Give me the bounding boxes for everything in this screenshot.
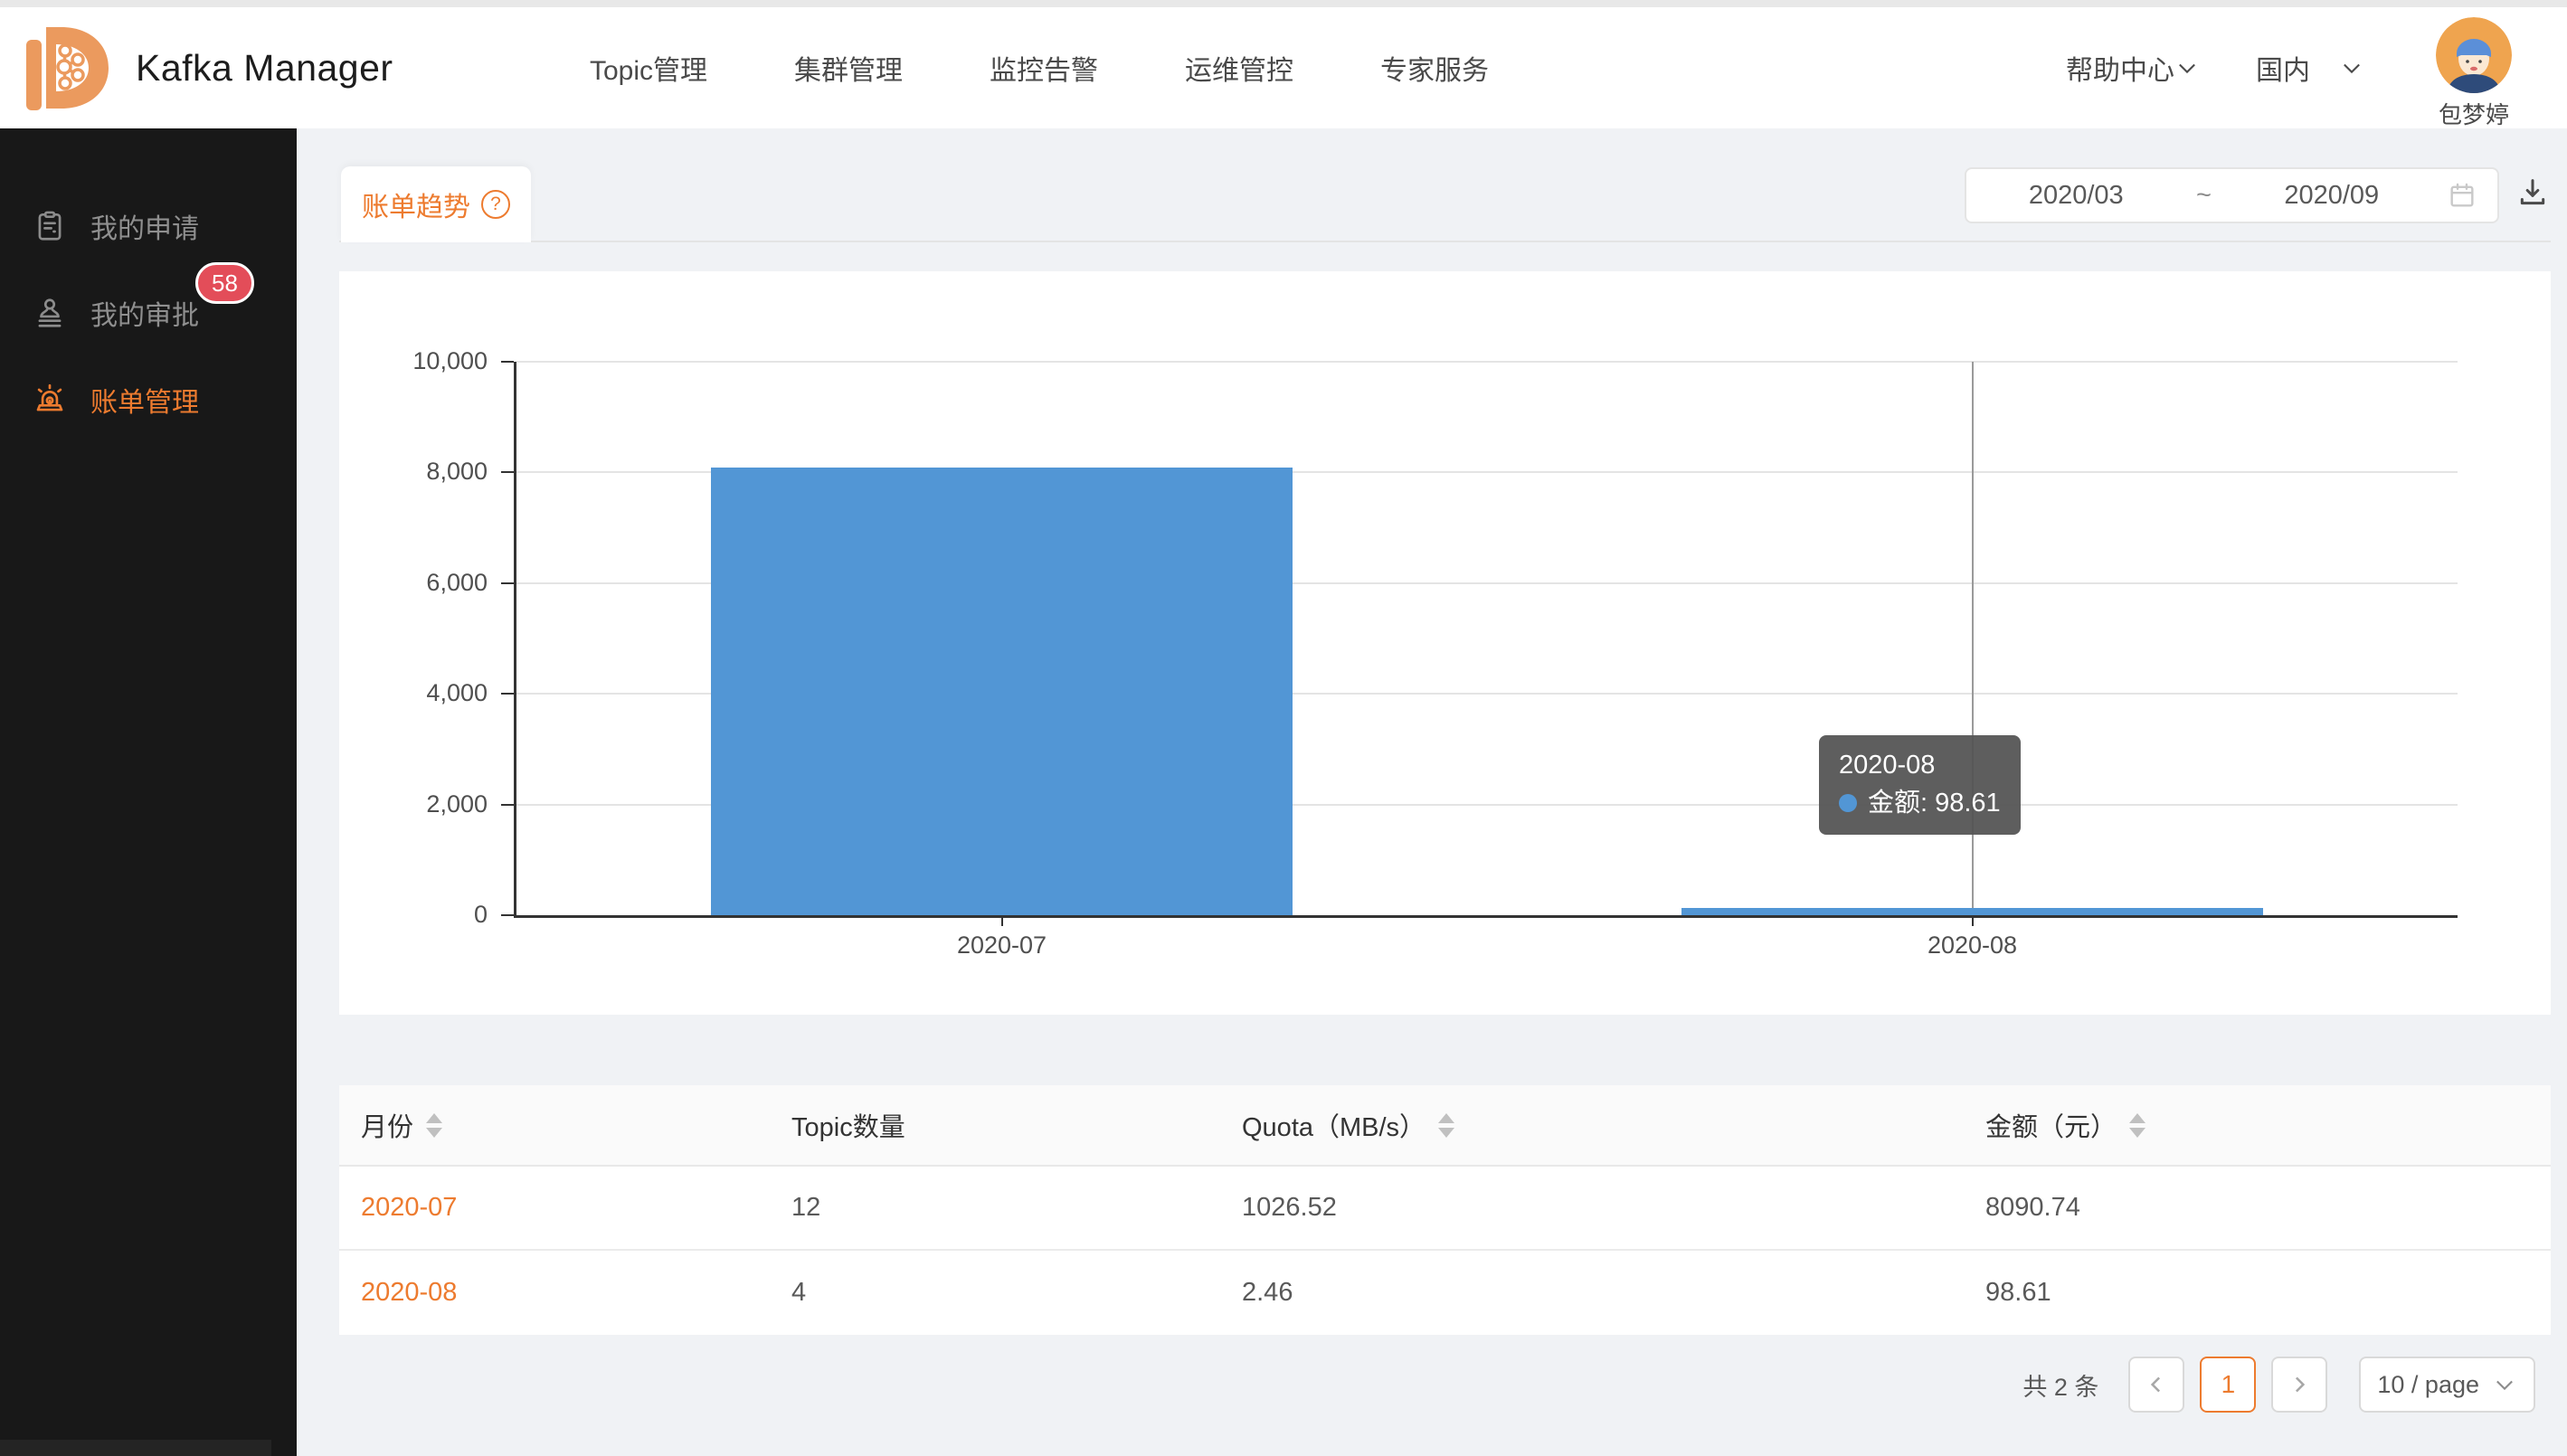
date-end-input[interactable]: 2020/09 [2222, 181, 2442, 211]
billing-toolbar: 账单趋势 ? 2020/03 ~ 2020/09 [339, 164, 2551, 242]
download-icon[interactable] [2515, 175, 2551, 211]
next-page-button[interactable] [2271, 1357, 2327, 1413]
y-axis-tick [501, 914, 514, 916]
help-center-menu[interactable]: 帮助中心 [2066, 48, 2200, 88]
app-title: Kafka Manager [136, 7, 393, 128]
month-link[interactable]: 2020-08 [361, 1278, 457, 1308]
y-axis-tick-label: 8,000 [307, 458, 488, 486]
chevron-down-icon [2174, 55, 2200, 80]
sidebar-collapse-bar[interactable] [0, 1440, 271, 1456]
sidebar: 我的申请 我的审批 58 [0, 128, 297, 1456]
quota-value: 1026.52 [1242, 1193, 1337, 1223]
chevron-down-icon [2339, 55, 2364, 80]
y-axis-tick [501, 361, 514, 363]
date-separator: ~ [2186, 181, 2222, 211]
table-row: 2020-07 12 1026.52 8090.74 [339, 1167, 2551, 1251]
y-axis-tick [501, 471, 514, 473]
billing-trend-chart-card: 02,0004,0006,0008,00010,0002020-072020-0… [339, 271, 2551, 1015]
header-right: 帮助中心 国内 [2066, 7, 2524, 128]
month-link[interactable]: 2020-07 [361, 1193, 457, 1223]
tooltip-title: 2020-08 [1839, 746, 2001, 784]
quota-value: 2.46 [1242, 1278, 1293, 1308]
column-header-month[interactable]: 月份 [339, 1106, 770, 1144]
avatar [2436, 17, 2512, 93]
approvals-count-badge: 58 [195, 262, 254, 304]
help-question-icon[interactable]: ? [481, 190, 510, 219]
y-axis-tick-label: 6,000 [307, 569, 488, 597]
siren-icon [33, 383, 67, 417]
total-count-label: 共 2 条 [2022, 1367, 2098, 1403]
region-select[interactable]: 国内 [2256, 48, 2364, 88]
x-axis-tick [1972, 915, 1974, 926]
y-axis-tick [501, 582, 514, 584]
window-top-strip [0, 0, 2567, 7]
sort-icon[interactable] [426, 1113, 442, 1138]
nav-item-expert[interactable]: 专家服务 [1380, 48, 1489, 88]
table-row: 2020-08 4 2.46 98.61 [339, 1251, 2551, 1335]
column-header-amount[interactable]: 金额（元） [1964, 1106, 2551, 1144]
date-start-input[interactable]: 2020/03 [1966, 181, 2186, 211]
nav-item-monitor[interactable]: 监控告警 [990, 48, 1098, 88]
table-header-row: 月份 Topic数量 Quota（MB/s） 金额（元） [339, 1085, 2551, 1167]
sidebar-item-billing[interactable]: 账单管理 [0, 356, 297, 443]
x-axis-tick [1001, 915, 1003, 926]
y-axis-tick-label: 2,000 [307, 790, 488, 818]
region-label: 国内 [2256, 48, 2310, 88]
column-header-topics: Topic数量 [770, 1106, 1220, 1144]
tab-billing-trend[interactable]: 账单趋势 ? [341, 166, 531, 242]
billing-table: 月份 Topic数量 Quota（MB/s） 金额（元） 2020-07 12 … [339, 1085, 2551, 1335]
chart-tooltip: 2020-08 金额: 98.61 [1819, 735, 2021, 835]
y-axis-tick-label: 10,000 [307, 347, 488, 375]
column-header-quota[interactable]: Quota（MB/s） [1220, 1106, 1964, 1144]
pagination: 共 2 条 1 10 / page [2022, 1357, 2535, 1413]
sidebar-item-label: 我的审批 [90, 293, 199, 333]
topics-value: 12 [791, 1193, 820, 1223]
calendar-icon [2447, 180, 2477, 211]
clipboard-icon [33, 209, 67, 243]
help-center-label: 帮助中心 [2066, 48, 2174, 88]
amount-value: 98.61 [1985, 1278, 2051, 1308]
sidebar-item-label: 账单管理 [90, 380, 199, 420]
sidebar-item-label: 我的申请 [90, 206, 199, 246]
tooltip-value: 金额: 98.61 [1868, 784, 2001, 822]
y-axis-tick-label: 4,000 [307, 679, 488, 707]
user-menu[interactable]: 包梦婷 [2424, 17, 2524, 130]
sort-icon[interactable] [2129, 1113, 2145, 1138]
y-gridline [516, 361, 2458, 363]
nav-item-topic[interactable]: Topic管理 [590, 48, 707, 88]
chevron-down-icon [2492, 1372, 2517, 1397]
nav-item-ops[interactable]: 运维管控 [1185, 48, 1293, 88]
x-axis-tick-label: 2020-08 [1864, 931, 2081, 960]
x-axis-tick-label: 2020-07 [894, 931, 1111, 960]
kafka-manager-logo-icon [20, 20, 119, 119]
page-size-label: 10 / page [2377, 1371, 2479, 1399]
sort-icon[interactable] [1438, 1113, 1454, 1138]
page-1-button[interactable]: 1 [2200, 1357, 2256, 1413]
page-size-select[interactable]: 10 / page [2359, 1357, 2535, 1413]
series-dot-icon [1839, 794, 1857, 812]
nav-item-cluster[interactable]: 集群管理 [794, 48, 903, 88]
app-header: Kafka Manager Topic管理 集群管理 监控告警 运维管控 专家服… [0, 7, 2567, 128]
app-root: Kafka Manager Topic管理 集群管理 监控告警 运维管控 专家服… [0, 0, 2567, 1456]
y-axis-tick-label: 0 [307, 901, 488, 929]
date-range-picker[interactable]: 2020/03 ~ 2020/09 [1965, 167, 2499, 223]
sidebar-item-my-approvals[interactable]: 我的审批 58 [0, 269, 297, 356]
amount-value: 8090.74 [1985, 1193, 2080, 1223]
sidebar-item-my-applications[interactable]: 我的申请 [0, 183, 297, 269]
main-nav: Topic管理 集群管理 监控告警 运维管控 专家服务 [590, 7, 1489, 128]
y-axis-tick [501, 693, 514, 695]
prev-page-button[interactable] [2128, 1357, 2184, 1413]
bar-chart-plot[interactable]: 02,0004,0006,0008,00010,0002020-072020-0… [514, 362, 2458, 918]
topics-value: 4 [791, 1278, 806, 1308]
chart-bar[interactable] [711, 468, 1293, 915]
chart-bar[interactable] [1681, 908, 2264, 915]
username: 包梦婷 [2439, 97, 2509, 130]
y-axis-tick [501, 804, 514, 806]
stamp-icon [33, 296, 67, 330]
tab-label: 账单趋势 [362, 184, 470, 224]
